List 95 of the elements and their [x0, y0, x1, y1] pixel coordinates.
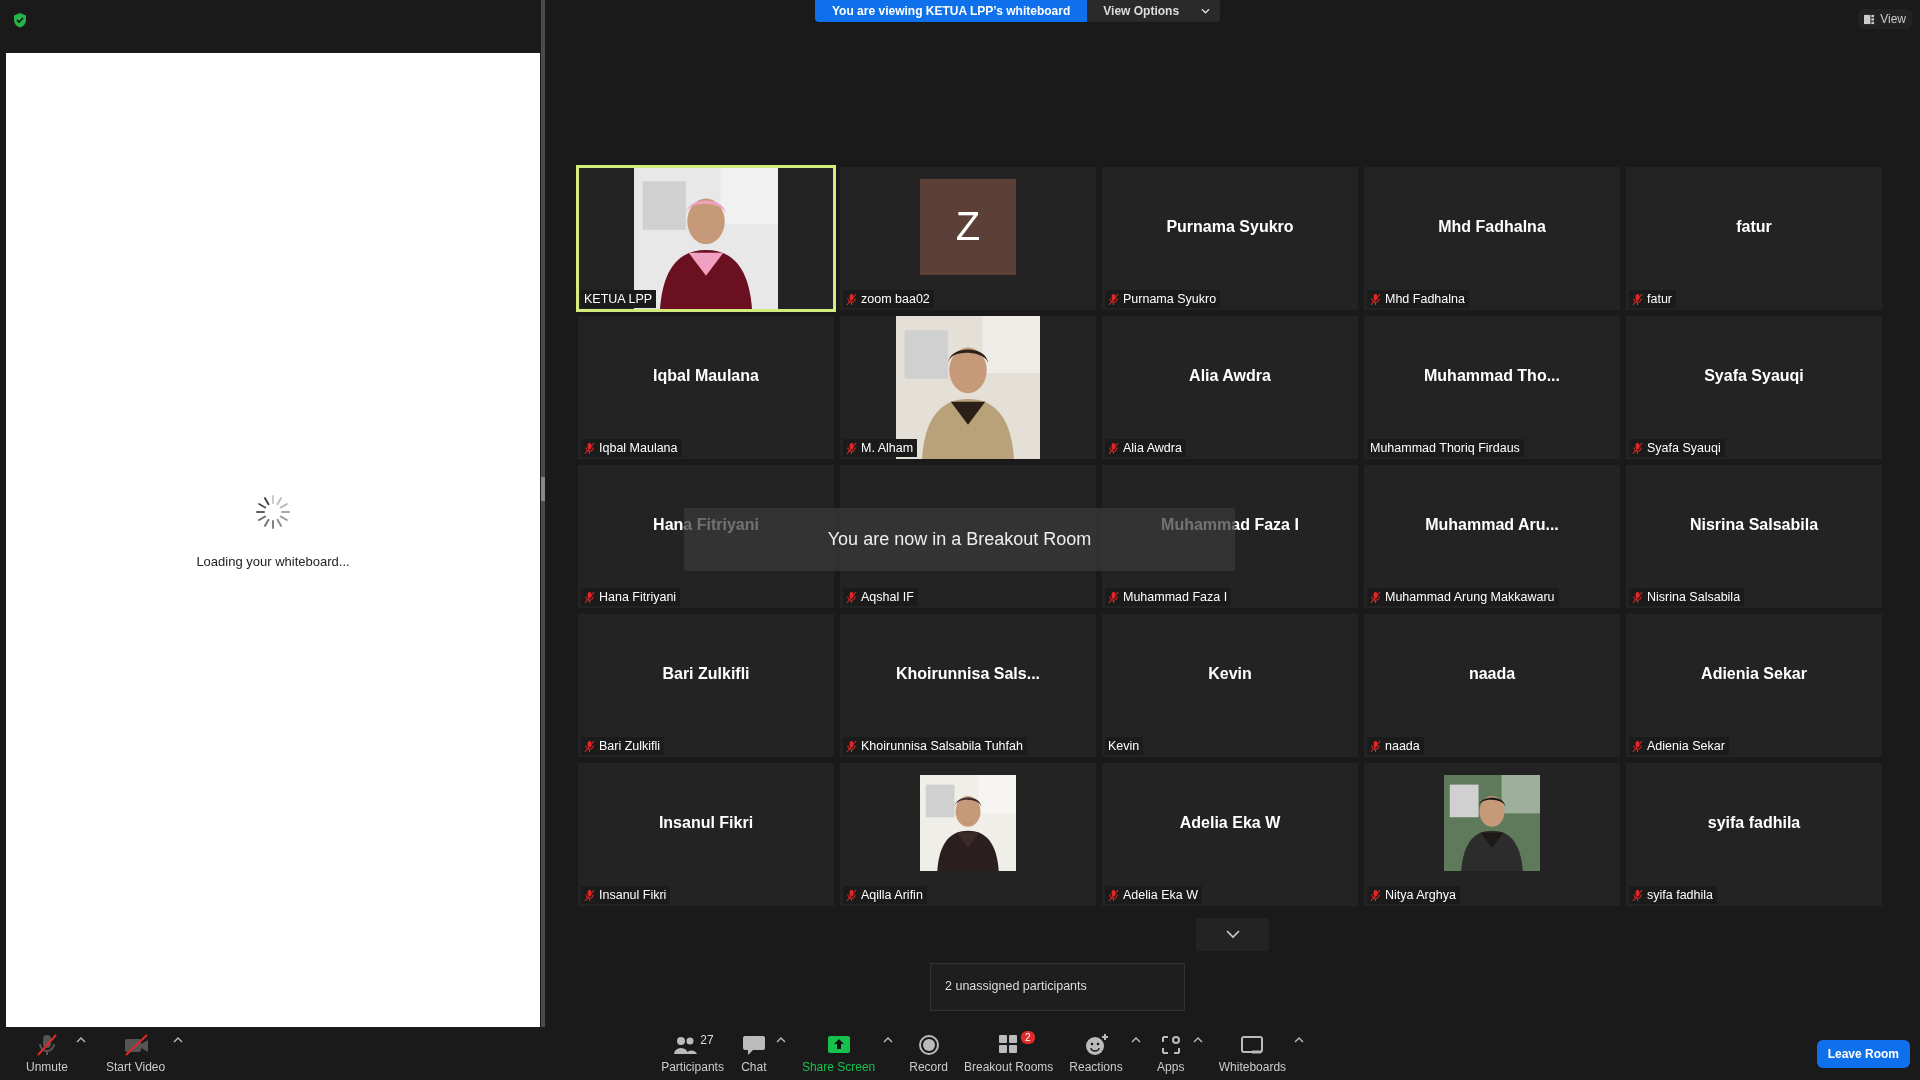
participant-name: Muhammad Faza I: [1161, 515, 1299, 534]
muted-mic-icon: [1108, 888, 1119, 902]
unassigned-tooltip: 2 unassigned participants: [930, 963, 1185, 1011]
participant-name: Khoirunnisa Sals...: [896, 664, 1040, 683]
muted-mic-icon: [1108, 441, 1119, 455]
name-label: Hana Fitriyani: [599, 590, 677, 604]
muted-mic-icon: [584, 441, 595, 455]
participant-name: fatur: [1736, 217, 1772, 236]
muted-mic-icon: [584, 739, 595, 753]
muted-mic-icon: [1370, 888, 1381, 902]
chevron-down-icon: [1224, 929, 1241, 939]
name-label: Nitya Arghya: [1385, 888, 1456, 902]
name-label: Nisrina Salsabila: [1647, 590, 1741, 604]
participant-name: Kevin: [1208, 664, 1252, 683]
caret-icon: [883, 1037, 894, 1043]
muted-mic-icon: [1370, 292, 1381, 306]
name-label: Khoirunnisa Salsabila Tuhfah: [861, 739, 1023, 753]
name-label: Muhammad Thoriq Firdaus: [1370, 441, 1520, 455]
participant-name: Adelia Eka W: [1179, 813, 1281, 832]
caret-icon: [775, 1037, 786, 1043]
layout-icon: [1864, 13, 1876, 25]
participant-name: Muhammad Tho...: [1424, 366, 1560, 385]
muted-mic-icon: [846, 888, 857, 902]
muted-mic-icon: [1632, 441, 1643, 455]
avatar-initial: Z: [920, 178, 1016, 275]
muted-mic-icon: [584, 888, 595, 902]
caret-icon: [76, 1037, 87, 1043]
name-label: Insanul Fikri: [599, 888, 667, 902]
participant-name: Muhammad Aru...: [1425, 515, 1559, 534]
view-options-button[interactable]: View Options: [1087, 0, 1221, 22]
share-screen-button[interactable]: Share Screen: [797, 1031, 880, 1076]
muted-mic-icon: [846, 739, 857, 753]
leave-room-button[interactable]: Leave Room: [1816, 1039, 1910, 1068]
participant-name: naada: [1468, 664, 1516, 683]
start-video-button[interactable]: Start Video: [102, 1031, 170, 1076]
caret-icon: [1192, 1037, 1203, 1043]
name-label: Iqbal Maulana: [599, 441, 678, 455]
participant-name: syifa fadhila: [1707, 813, 1801, 832]
caret-icon: [1294, 1037, 1305, 1043]
participants-button[interactable]: 27 Participants: [657, 1031, 728, 1076]
record-button[interactable]: Record: [905, 1031, 952, 1076]
muted-mic-icon: [584, 590, 595, 604]
name-label: Purnama Syukro: [1123, 292, 1217, 306]
caret-icon: [1130, 1037, 1141, 1043]
name-label: Aqshal IF: [861, 590, 914, 604]
participant-name: Bari Zulkifli: [662, 664, 750, 683]
name-label: Aqilla Arifin: [861, 888, 923, 902]
loading-message: Loading your whiteboard...: [196, 553, 350, 569]
breakout-rooms-button[interactable]: 2 Breakout Rooms: [959, 1031, 1058, 1076]
name-label: Muhammad Faza I: [1123, 590, 1228, 604]
name-label: Syafa Syauqi: [1647, 441, 1721, 455]
view-button[interactable]: View: [1858, 9, 1912, 29]
unmute-button[interactable]: Unmute: [22, 1031, 73, 1076]
name-label: fatur: [1647, 292, 1672, 306]
muted-mic-icon: [1370, 739, 1381, 753]
name-label: syifa fadhila: [1647, 888, 1713, 902]
whiteboards-button[interactable]: Whiteboards: [1214, 1031, 1291, 1076]
notification-badge: 2: [1021, 1031, 1035, 1044]
participant-name: Syafa Syauqi: [1704, 366, 1804, 385]
name-label: Muhammad Arung Makkawaru: [1385, 590, 1555, 604]
reactions-button[interactable]: Reactions: [1065, 1031, 1127, 1076]
muted-mic-icon: [1632, 739, 1643, 753]
viewing-banner: You are viewing KETUA LPP’s whiteboard: [815, 0, 1088, 22]
name-label: naada: [1385, 739, 1420, 753]
muted-mic-icon: [846, 590, 857, 604]
chevron-down-icon: [1201, 8, 1211, 14]
resize-handle[interactable]: [541, 476, 545, 501]
participant-name: Alia Awdra: [1189, 366, 1271, 385]
muted-mic-icon: [1632, 292, 1643, 306]
muted-mic-icon: [1632, 888, 1643, 902]
participant-name: Insanul Fikri: [658, 813, 754, 832]
muted-mic-icon: [1108, 590, 1119, 604]
name-label: KETUA LPP: [584, 292, 653, 306]
caret-icon: [173, 1037, 184, 1043]
name-label: zoom baa02: [861, 292, 930, 306]
participant-name: Adienia Sekar: [1701, 664, 1807, 683]
name-label: Alia Awdra: [1123, 441, 1182, 455]
muted-mic-icon: [1370, 590, 1381, 604]
muted-mic-icon: [846, 441, 857, 455]
participant-name: Nisrina Salsabila: [1689, 515, 1819, 534]
muted-mic-icon: [846, 292, 857, 306]
participant-name: Iqbal Maulana: [653, 366, 759, 385]
chat-button[interactable]: Chat: [735, 1031, 772, 1076]
name-label: Adelia Eka W: [1123, 888, 1199, 902]
muted-mic-icon: [1632, 590, 1643, 604]
apps-button[interactable]: Apps: [1152, 1031, 1189, 1076]
name-label: M. Alham: [861, 441, 914, 455]
participant-name: Purnama Syukro: [1166, 217, 1294, 236]
name-label: Bari Zulkifli: [599, 739, 661, 753]
name-label: Adienia Sekar: [1647, 739, 1725, 753]
muted-mic-icon: [1108, 292, 1119, 306]
shield-icon[interactable]: [13, 12, 27, 28]
name-label: Mhd Fadhalna: [1385, 292, 1465, 306]
participant-name: Mhd Fadhalna: [1438, 217, 1546, 236]
name-label: Kevin: [1108, 739, 1140, 753]
